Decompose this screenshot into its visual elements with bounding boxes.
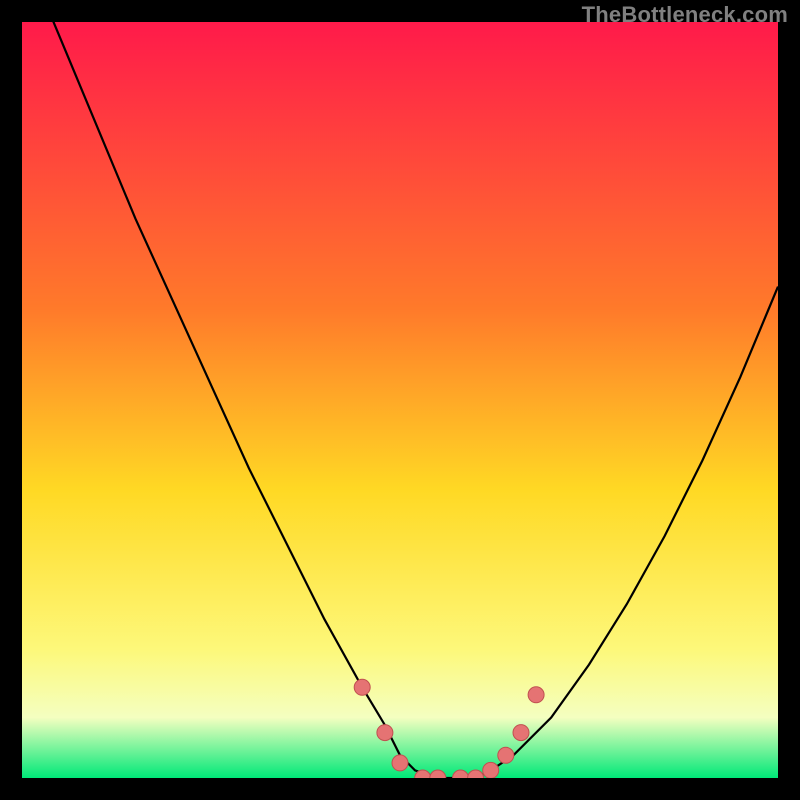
curve-marker — [513, 725, 529, 741]
curve-marker — [498, 747, 514, 763]
chart-frame: TheBottleneck.com — [0, 0, 800, 800]
watermark-text: TheBottleneck.com — [582, 2, 788, 28]
curve-marker — [354, 679, 370, 695]
curve-marker — [528, 687, 544, 703]
curve-marker — [377, 725, 393, 741]
curve-marker — [483, 762, 499, 778]
plot-area — [22, 22, 778, 778]
gradient-background — [22, 22, 778, 778]
chart-svg — [22, 22, 778, 778]
curve-marker — [392, 755, 408, 771]
